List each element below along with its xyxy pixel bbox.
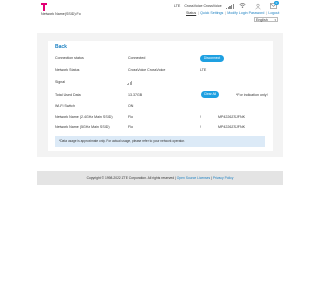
wifi-icon[interactable]	[239, 2, 246, 9]
open-source-link[interactable]: Open Source Licenses	[177, 176, 210, 180]
data-usage-note: *Data usage is approximate only. For act…	[55, 136, 265, 147]
network-name-label: Network Name(SSID):Fo	[41, 12, 81, 16]
change-password-link[interactable]: Modify Login Password	[227, 11, 264, 15]
footer: Copyright © 1998-2022 ZTE Corporation. A…	[37, 171, 283, 185]
ssid-24-label: Network Name (2.4GHz Main SSID)	[55, 115, 113, 119]
clear-all-button[interactable]: Clear All	[201, 91, 219, 98]
indication-note: *For indication only!	[236, 93, 268, 97]
signal-label: Signal	[55, 80, 65, 84]
header-links: Status |Quick Settings |Modify Login Passw…	[186, 11, 280, 15]
status-link[interactable]: Status	[186, 11, 196, 15]
connection-status-label: Connection status	[55, 56, 84, 60]
wifi-switch-value: ON	[128, 104, 134, 108]
connection-status-value: Connected	[128, 56, 146, 60]
signal-bars-icon	[127, 79, 133, 85]
privacy-link[interactable]: Privacy Policy	[213, 176, 234, 180]
ssid-5-separator: !	[200, 125, 201, 129]
user-icon[interactable]	[255, 3, 261, 10]
mail-count-badge: 0	[274, 1, 279, 5]
quick-settings-link[interactable]: Quick Settings	[200, 11, 223, 15]
ssid-24-value: Flo	[128, 115, 133, 119]
chevron-down-icon: ▾	[274, 18, 276, 22]
back-link[interactable]: Back	[55, 44, 67, 50]
ssid-5-password: MP4226ZSJFNK	[218, 125, 245, 129]
copyright-text: Copyright © 1998-2022 ZTE Corporation. A…	[86, 176, 175, 180]
ssid-5-value: Flo	[128, 125, 133, 129]
operator-name: CrossVoice CrossVoice	[184, 4, 222, 8]
total-used-data-label: Total Used Data	[55, 93, 81, 97]
language-value: English	[256, 18, 268, 22]
network-type-value: LTE	[200, 68, 207, 72]
wifi-switch-label: Wi-Fi Switch	[55, 104, 75, 108]
network-type: LTE	[174, 4, 181, 8]
language-select[interactable]: English ▾	[254, 17, 278, 22]
signal-strength-icon	[226, 3, 234, 9]
total-used-data-value: 13.37GB	[128, 93, 143, 97]
ssid-24-password: MP4226ZSJFNK	[218, 115, 245, 119]
ssid-5-label: Network Name (5GHz Main SSID)	[55, 125, 110, 129]
disconnect-button[interactable]: Disconnect	[200, 55, 224, 62]
top-status: LTE CrossVoice CrossVoice	[174, 4, 225, 8]
logout-link[interactable]: Logout	[268, 11, 279, 15]
brand-logo	[41, 3, 47, 11]
network-status-label: Network Status	[55, 68, 80, 72]
network-status-value: CrossVoice CrossVoice	[128, 68, 166, 72]
ssid-24-separator: !	[200, 115, 201, 119]
